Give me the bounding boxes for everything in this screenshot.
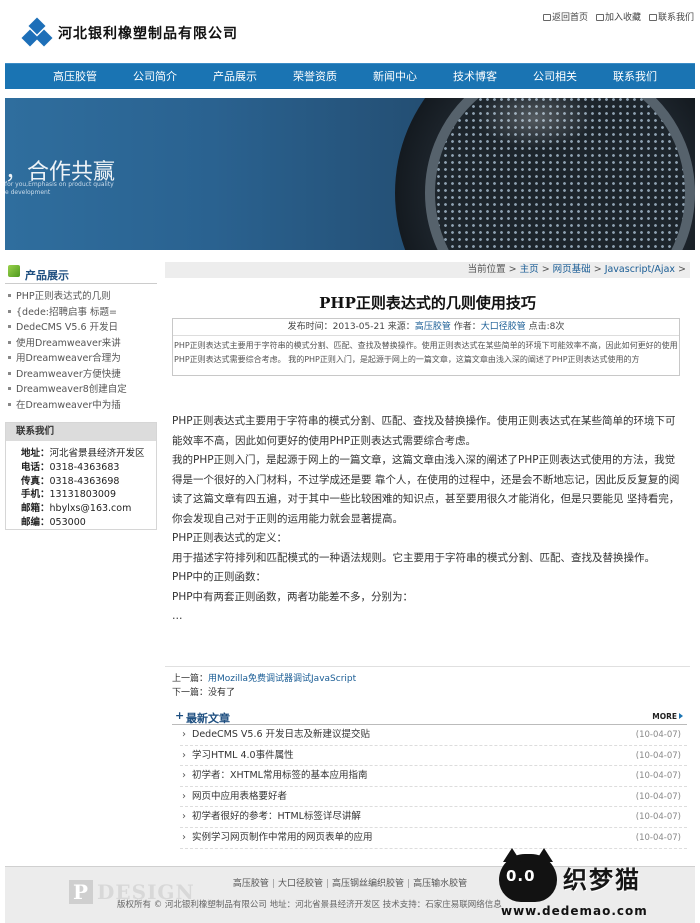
sidebar-item[interactable]: DedeCMS V5.6 开发日 xyxy=(5,319,157,335)
contact-box: 联系我们 地址：河北省景县经济开发区 电话：0318-4363683 传真：03… xyxy=(5,422,157,530)
sidebar-products-header: 产品展示 xyxy=(5,260,157,284)
prev-article-link[interactable]: 用Mozilla免费调试器调试JavaScript xyxy=(208,674,356,684)
main-nav: 高压胶管 公司简介 产品展示 荣誉资质 新闻中心 技术博客 公司相关 联系我们 xyxy=(5,63,695,89)
next-article-text: 没有了 xyxy=(208,688,236,698)
list-item[interactable]: 初学者：XHTML常用标签的基本应用指南(10-04-07) xyxy=(180,766,687,787)
sidebar-item[interactable]: Dreamweaver8创建自定 xyxy=(5,381,157,397)
latest-list: DedeCMS V5.6 开发日志及新建议提交贴(10-04-07) 学习HTM… xyxy=(172,725,687,849)
article-paragraph: PHP正则表达式主要用于字符串的模式分割、匹配、查找及替换操作。使用正则表达式在… xyxy=(172,415,676,447)
article-paragraph: PHP正则表达式的定义： xyxy=(172,532,288,544)
sidebar-item[interactable]: 在Dreamweaver中为插 xyxy=(5,397,157,413)
sidebar-item[interactable]: {dede:招聘启事 标题= xyxy=(5,304,157,320)
contact-title: 联系我们 xyxy=(6,423,156,441)
nav-item-contact[interactable]: 联系我们 xyxy=(595,64,675,89)
banner: ，合作共赢 for you,Emphasis on product qualit… xyxy=(5,98,695,250)
sidebar-item[interactable]: PHP正则表达式的几则 xyxy=(5,288,157,304)
contact-postcode: 邮编：053000 xyxy=(21,516,86,528)
article-paragraph: 用于描述字符排列和匹配模式的一种语法规则。它主要用于字符串的模式分割、匹配、查找… xyxy=(172,551,655,564)
article-meta: 发布时间：2013-05-21 来源：高压胶管 作者：大口径胶管 点击:8次 xyxy=(173,319,679,336)
article-title: PHP正则表达式的几则使用技巧 xyxy=(319,294,536,312)
sidebar-item[interactable]: 用Dreamweaver合理为 xyxy=(5,350,157,366)
company-name[interactable]: 河北银利橡塑制品有限公司 xyxy=(58,23,238,43)
list-item[interactable]: DedeCMS V5.6 开发日志及新建议提交贴(10-04-07) xyxy=(180,725,687,746)
breadcrumb-web-basics[interactable]: 网页基础 xyxy=(553,264,591,275)
breadcrumb-home[interactable]: 主页 xyxy=(520,264,539,275)
breadcrumb-javascript[interactable]: Javascript/Ajax xyxy=(605,264,675,275)
footer-link[interactable]: 大口径胶管 xyxy=(278,879,323,889)
nav-item-about[interactable]: 公司简介 xyxy=(115,64,195,89)
footer-link[interactable]: 高压胶管 xyxy=(233,879,269,889)
breadcrumb: 当前位置 > 主页 > 网页基础 > Javascript/Ajax > xyxy=(165,262,690,278)
latest-articles: + 最新文章 MORE DedeCMS V5.6 开发日志及新建议提交贴(10-… xyxy=(172,709,687,849)
list-item[interactable]: 实例学习网页制作中常用的网页表单的应用(10-04-07) xyxy=(180,828,687,849)
home-icon xyxy=(542,14,551,21)
sidebar-item[interactable]: Dreamweaver方便快捷 xyxy=(5,366,157,382)
home-link[interactable]: 返回首页 xyxy=(542,10,588,23)
more-button[interactable]: MORE xyxy=(652,712,683,721)
nav-item-tech-blog[interactable]: 技术博客 xyxy=(435,64,515,89)
prev-next-nav: 上一篇：用Mozilla免费调试器调试JavaScript 下一篇：没有了 xyxy=(172,674,357,698)
footer-link[interactable]: 高压钢丝编织胶管 xyxy=(332,879,404,889)
article-summary: PHP正则表达式主要用于字符串的模式分割、匹配、查找及替换操作。使用正则表达式在… xyxy=(174,341,678,364)
cube-icon xyxy=(8,265,20,277)
nav-item-company[interactable]: 公司相关 xyxy=(515,64,595,89)
header: 河北银利橡塑制品有限公司 返回首页 加入收藏 联系我们 xyxy=(0,0,700,62)
divider xyxy=(165,666,690,667)
nav-item-news[interactable]: 新闻中心 xyxy=(355,64,435,89)
list-item[interactable]: 初学者很好的参考：HTML标签详尽讲解(10-04-07) xyxy=(180,807,687,828)
article-paragraph: PHP中的正则函数： xyxy=(172,571,267,583)
article-source-link[interactable]: 高压胶管 xyxy=(415,322,451,332)
article-paragraph: … xyxy=(172,610,183,622)
contact-link[interactable]: 联系我们 xyxy=(648,10,694,23)
sidebar: 产品展示 PHP正则表达式的几则 {dede:招聘启事 标题= DedeCMS … xyxy=(5,260,157,530)
article-paragraph: PHP中有两套正则函数，两者功能差不多，分别为： xyxy=(172,590,414,603)
nav-item-products[interactable]: 产品展示 xyxy=(195,64,275,89)
bookmark-link[interactable]: 加入收藏 xyxy=(595,10,641,23)
contact-fax: 传真：0318-4363698 xyxy=(21,475,120,487)
arrow-right-icon xyxy=(679,713,683,719)
article-body: PHP正则表达式主要用于字符串的模式分割、匹配、查找及替换操作。使用正则表达式在… xyxy=(172,412,682,627)
nav-item-honors[interactable]: 荣誉资质 xyxy=(275,64,355,89)
article-author-link[interactable]: 大口径胶管 xyxy=(481,322,526,332)
contact-phone: 电话：0318-4363683 xyxy=(21,461,120,473)
list-item[interactable]: 学习HTML 4.0事件属性(10-04-07) xyxy=(180,746,687,767)
footer-copyright: 版权所有 © 河北银利橡塑制品有限公司 地址：河北省景县经济开发区 技术支持：石… xyxy=(117,900,502,910)
sidebar-item[interactable]: 使用Dreamweaver来讲 xyxy=(5,335,157,351)
nav-item-high-pressure-hose[interactable]: 高压胶管 xyxy=(35,64,115,89)
contact-mobile: 手机：13131803009 xyxy=(21,489,117,501)
cat-icon: 0.0 xyxy=(499,848,557,902)
latest-articles-header: + 最新文章 MORE xyxy=(172,709,687,725)
article-paragraph: 我的PHP正则入门，是起源于网上的一篇文章，这篇文章由浅入深的阐述了PHP正则表… xyxy=(172,454,680,525)
article-meta-box: 发布时间：2013-05-21 来源：高压胶管 作者：大口径胶管 点击:8次 P… xyxy=(172,318,680,376)
contact-address: 地址：河北省景县经济开发区 xyxy=(21,448,145,459)
company-logo-icon[interactable] xyxy=(21,17,53,47)
sidebar-product-list: PHP正则表达式的几则 {dede:招聘启事 标题= DedeCMS V5.6 … xyxy=(5,284,157,412)
footer-link[interactable]: 高压输水胶管 xyxy=(413,879,467,889)
speaker-image xyxy=(395,98,695,250)
watermark-logo: 0.0 织梦猫 www.dedemao.com xyxy=(497,848,700,923)
contact-email: 邮箱：hbylxs@163.com xyxy=(21,503,132,515)
plus-icon: + xyxy=(175,709,185,722)
banner-subtitle: for you,Emphasis on product quality e de… xyxy=(5,181,114,196)
list-item[interactable]: 网页中应用表格要好者(10-04-07) xyxy=(180,787,687,808)
top-links: 返回首页 加入收藏 联系我们 xyxy=(542,10,694,23)
mail-icon xyxy=(648,14,657,21)
bookmark-icon xyxy=(595,14,604,21)
watermark-title: 织梦猫 xyxy=(563,866,641,894)
watermark-url: www.dedemao.com xyxy=(501,904,648,918)
